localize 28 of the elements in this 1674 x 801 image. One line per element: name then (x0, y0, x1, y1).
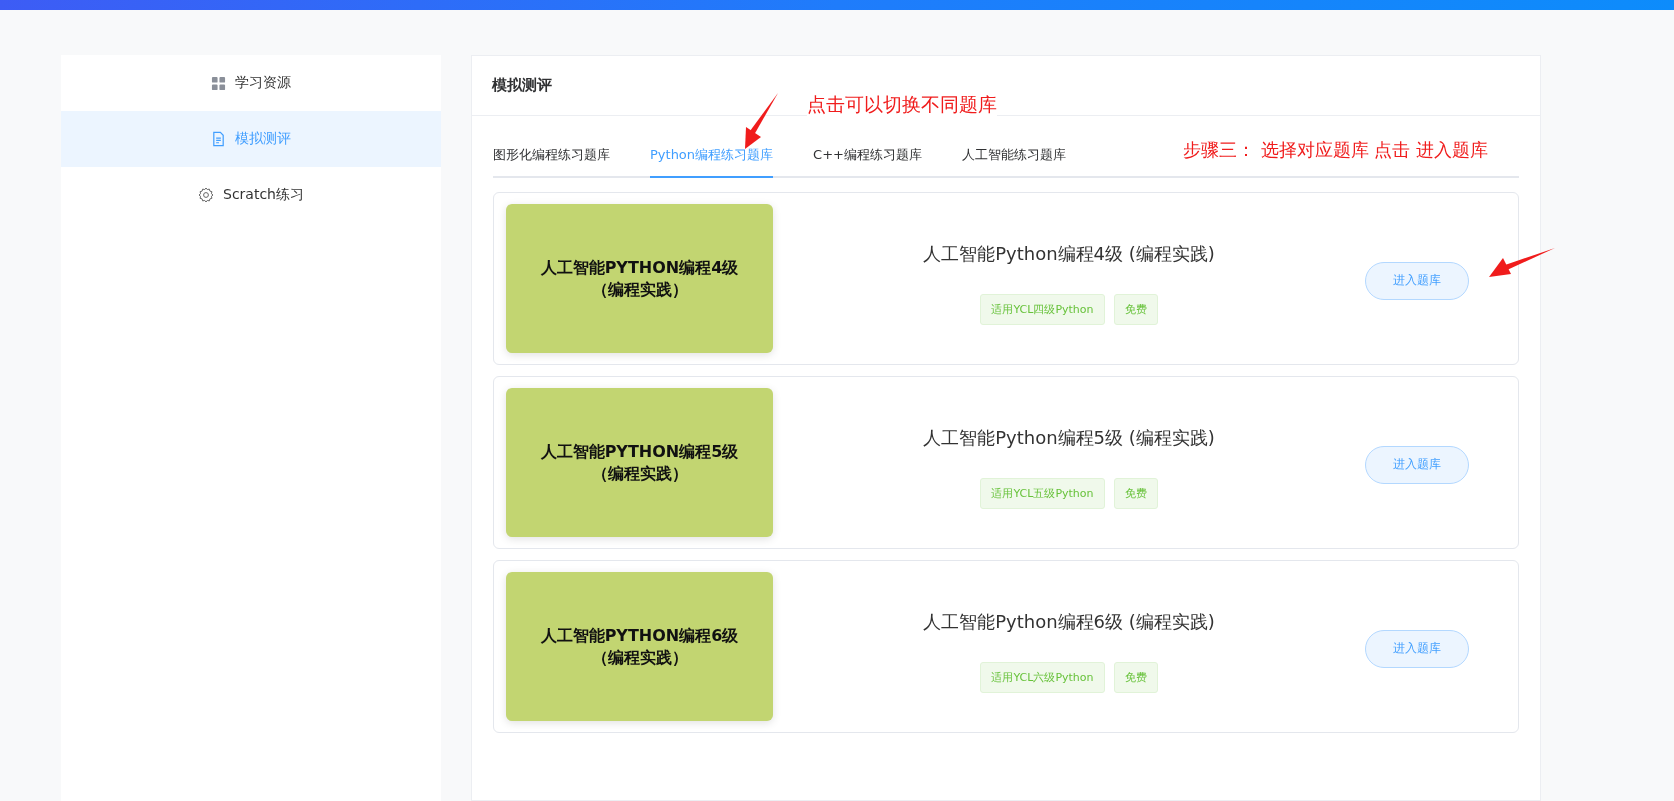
document-icon (211, 131, 226, 147)
tab[interactable]: 人工智能练习题库 (961, 136, 1066, 178)
annotation-arrow (745, 93, 778, 149)
sidebar-item[interactable]: 学习资源 (61, 55, 441, 111)
tag: 适用YCL四级Python (980, 294, 1105, 325)
course-title: 人工智能Python编程5级 (编程实践) (923, 426, 1215, 450)
cover-text: 人工智能PYTHON编程5级 (540, 440, 739, 463)
cover-text: 人工智能PYTHON编程4级 (540, 256, 739, 279)
cover-text: （编程实践） (591, 646, 688, 669)
tag: 适用YCL六级Python (980, 662, 1105, 693)
annotation-text: 步骤三： 选择对应题库 点击 进入题库 (1183, 138, 1489, 162)
sidebar-item[interactable]: Scratch练习 (61, 167, 441, 223)
annotation-text: 点击可以切换不同题库 (807, 92, 997, 118)
tab[interactable]: C++编程练习题库 (813, 136, 922, 178)
course-title: 人工智能Python编程6级 (编程实践) (923, 610, 1215, 634)
tab[interactable]: 图形化编程练习题库 (493, 136, 610, 178)
cover-text: （编程实践） (591, 278, 688, 301)
panel-title: 模拟测评 (492, 76, 552, 95)
tag: 适用YCL五级Python (980, 478, 1105, 509)
tag: 免费 (1113, 478, 1158, 509)
grid-icon (211, 75, 226, 91)
annotation-arrow (1489, 248, 1555, 277)
tag: 免费 (1113, 294, 1158, 325)
course-title: 人工智能Python编程4级 (编程实践) (923, 242, 1215, 266)
cover-text: 人工智能PYTHON编程6级 (540, 624, 739, 647)
tag: 免费 (1113, 662, 1158, 693)
cover-text: （编程实践） (591, 462, 688, 485)
gear-icon (198, 187, 214, 203)
